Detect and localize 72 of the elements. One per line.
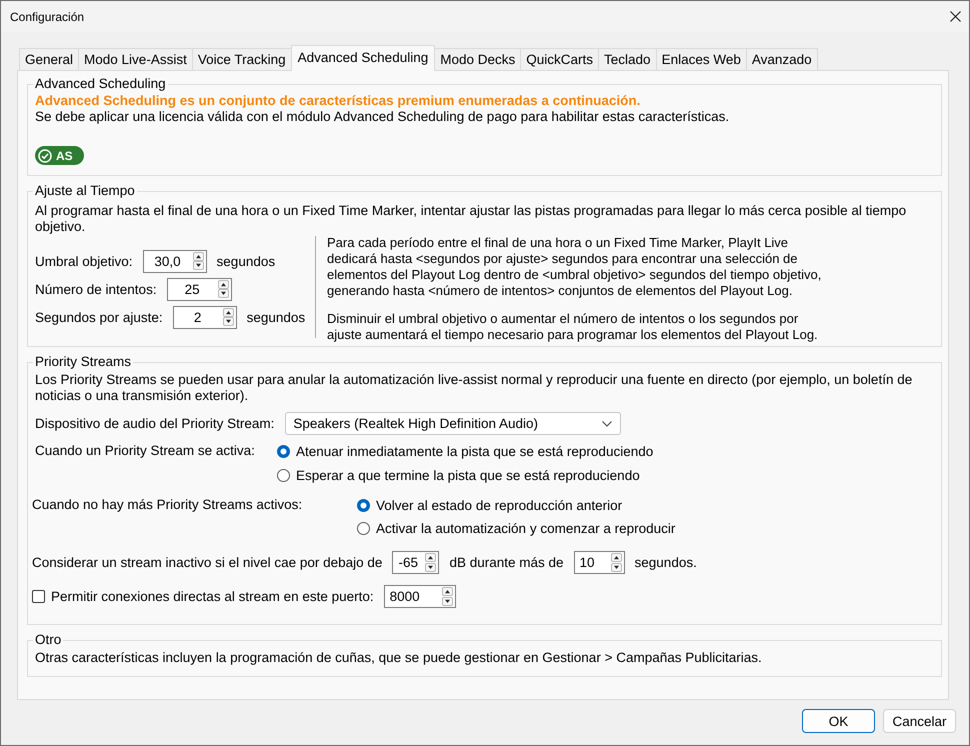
section-description: Los Priority Streams se pueden usar para anular la automatización live-assist normal y reproducir una fuente en directo (por ejemplo, un boletín de noticias o una transmisión exterior). [35,372,914,404]
field-label: Dispositivo de audio del Priority Stream: [35,416,274,431]
down-arrow-icon [442,596,453,606]
group-title: Advanced Scheduling [34,76,167,92]
number-field[interactable]: 30,0 [142,250,192,272]
down-arrow-icon [425,562,436,572]
field-label: Cuando no hay más Priority Streams activos: [32,496,304,514]
radio-label: Atenuar inmediatamente la pista que se está reproduciendo [296,444,654,458]
field-label: Cuando un Priority Stream se activa: [35,442,256,460]
close-button[interactable] [950,11,961,22]
section-description: Al programar hasta el final de una hora o un Fixed Time Marker, intentar ajustar las pistas programadas para llegar lo más cerca posible al tiempo objetivo. [35,203,908,235]
audio-device-dropdown[interactable]: Speakers (Realtek High Definition Audio) [285,412,622,435]
number-field[interactable]: 10 [574,551,610,574]
rule-text: segundos. [634,555,697,570]
down-arrow-icon [222,317,234,326]
field-label: Número de intentos: [35,282,157,296]
down-arrow-icon [218,289,229,298]
dialog-button[interactable]: OK [802,709,875,733]
rule-text: dB durante más de [449,555,564,570]
up-arrow-icon [192,252,204,260]
badge-text: AS [56,148,73,162]
radio-button[interactable] [277,444,290,458]
up-arrow-icon [218,280,229,288]
number-field[interactable]: -65 [392,551,424,574]
radio-label: Activar la automatización y comenzar a reproducir [376,520,676,536]
radio-button[interactable] [357,522,370,534]
help-text: Disminuir el umbral objetivo o aumentar el número de intentos o los segundos por ajuste aumentará el tiempo necesario para programar los elementos del Playout Log. [327,311,819,343]
group-title: Otro [34,632,62,648]
down-arrow-icon [610,562,622,572]
spin-down-button[interactable] [424,562,440,574]
check-circle-icon [38,148,52,162]
number-field[interactable]: 8000 [384,585,441,608]
tab[interactable]: Avanzado [746,48,818,70]
radio-button[interactable] [357,498,370,512]
help-text: Para cada período entre el final de una hora o un Fixed Time Marker, PlayIt Live dedicará hasta <segundos por ajuste> segundos para encontrar una selección de elementos del Playout Log dentro de <umbral objetivo> segundos del tiempo objetivo, generando hasta <número de intentos> conjuntos de elementos del Playout Log. [327,235,822,299]
group-title: Priority Streams [34,354,132,370]
up-arrow-icon [442,587,453,596]
premium-headline: Advanced Scheduling es un conjunto de características premium enumeradas a continuación. [35,93,642,109]
number-field[interactable]: 2 [172,306,222,328]
up-arrow-icon [425,553,436,562]
spin-up-button[interactable] [440,585,456,596]
spin-up-button[interactable] [192,250,207,260]
radio-label: Volver al estado de reproducción anterior [376,498,622,512]
radio-label: Esperar a que termine la pista que se está reproduciendo [296,468,640,482]
spin-up-button[interactable] [222,306,237,316]
spin-up-button[interactable] [610,551,625,562]
unit-label: segundos [216,254,276,268]
unit-label: segundos [246,310,306,324]
tab[interactable]: Voice Tracking [192,48,292,70]
section-description: Otras características incluyen la programación de cuñas, que se puede gestionar en Gestionar > Campañas Publicitarias. [35,650,763,666]
window-title: Configuración [10,10,84,24]
spin-down-button[interactable] [440,596,456,608]
tab[interactable]: Advanced Scheduling [290,45,436,71]
up-arrow-icon [610,553,622,562]
close-icon [950,11,961,22]
down-arrow-icon [192,261,204,270]
radio-button[interactable] [277,468,290,482]
up-arrow-icon [222,308,234,316]
license-description: Se debe aplicar una licencia válida con el módulo Advanced Scheduling de pago para habilitar estas características. [35,109,730,125]
checkbox-label: Permitir conexiones directas al stream en este puerto: [51,589,374,604]
checkbox[interactable] [32,590,45,603]
number-field[interactable]: 25 [166,278,217,300]
field-label: Umbral objetivo: [35,254,133,268]
tab[interactable]: General [19,48,80,70]
field-label: Segundos por ajuste: [35,310,163,324]
dialog-button[interactable]: Cancelar [883,709,956,733]
spin-up-button[interactable] [424,551,440,562]
group-title: Ajuste al Tiempo [34,183,136,199]
chevron-down-icon [602,420,612,426]
rule-text: Considerar un stream inactivo si el nivel cae por debajo de [32,555,382,570]
spin-down-button[interactable] [610,562,625,574]
spin-up-button[interactable] [216,278,232,288]
